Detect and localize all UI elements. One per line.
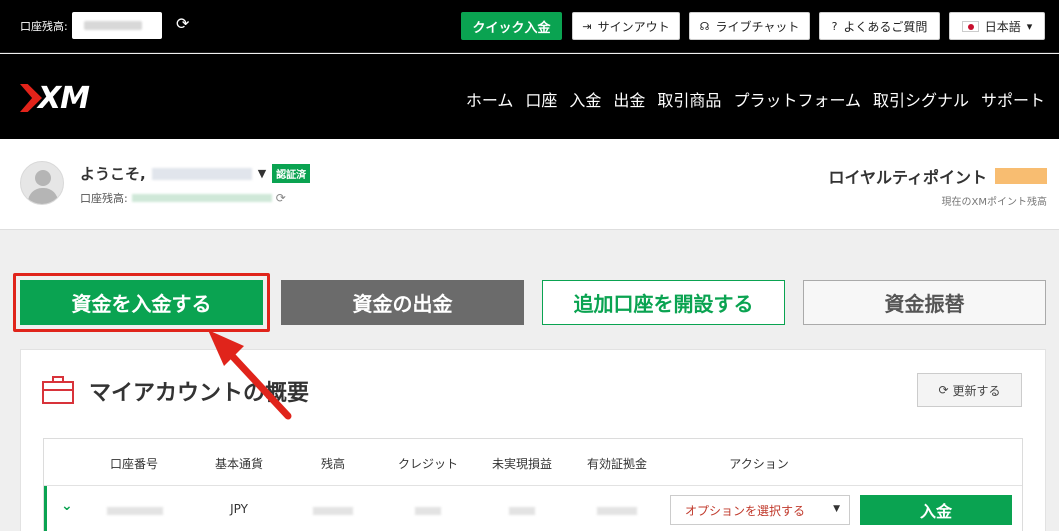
loyalty-label: ロイヤルティポイント [828,168,987,187]
xm-logo[interactable]: XM [20,80,90,116]
nav-home[interactable]: ホーム [466,87,514,111]
refresh-icon[interactable]: ⟳ [276,191,286,205]
refresh-icon[interactable]: ⟳ [176,14,189,33]
transfer-funds-button[interactable]: 資金振替 [803,280,1046,325]
loyalty-points: ロイヤルティポイント [828,164,1047,188]
refresh-button[interactable]: ⟳ 更新する [917,373,1022,407]
highlight-box [13,273,270,332]
loyalty-subtext: 現在のXMポイント残高 [941,197,1047,208]
column-header: 口座番号 [109,457,159,471]
column-header: アクション [729,457,789,471]
headset-icon: ☊ [699,19,710,33]
withdraw-funds-label: 資金の出金 [352,292,453,316]
option-select[interactable]: オプションを選択する ▼ [670,495,850,525]
accounts-table: 口座番号 基本通貨 残高 クレジット 未実現損益 有効証拠金 アクション ⌄ J… [43,438,1023,531]
open-account-label: 追加口座を開設する [573,292,754,316]
unrealized-pnl-cell [509,507,535,515]
column-header: 有効証拠金 [586,457,648,471]
column-header: 残高 [320,457,346,471]
main-header: XM ホーム 口座 入金 出金 取引商品 プラットフォーム 取引シグナル サポー… [0,54,1059,139]
nav-deposit[interactable]: 入金 [569,87,601,111]
briefcase-icon [42,376,74,404]
row-deposit-label: 入金 [919,502,952,521]
caret-down-icon: ▼ [833,504,840,514]
chevron-down-icon[interactable]: ⌄ [61,498,73,514]
column-header: クレジット [397,457,459,471]
language-label: 日本語 [984,19,1021,34]
user-menu[interactable]: ようこそ, ▼ 認証済 [80,163,311,184]
nav-support[interactable]: サポート [981,87,1045,111]
base-currency: JPY [230,502,248,516]
live-chat-button[interactable]: ☊ ライブチャット [689,12,810,40]
table-row: ⌄ JPY オプションを選択する ▼ 入金 [44,486,1022,531]
withdraw-funds-button[interactable]: 資金の出金 [281,280,524,325]
refresh-label: 更新する [952,383,1001,398]
logo-text: XM [38,80,90,116]
verified-badge: 認証済 [272,164,311,183]
panel-title: マイアカウントの概要 [89,381,310,406]
credit-cell [415,507,441,515]
column-header: 基本通貨 [214,457,264,471]
language-select[interactable]: 日本語 ▾ [949,12,1045,40]
open-account-button[interactable]: 追加口座を開設する [542,280,785,325]
account-overview-panel: マイアカウントの概要 ⟳ 更新する 口座番号 基本通貨 残高 クレジット 未実現… [20,349,1046,531]
caret-down-icon: ▾ [1026,19,1033,33]
loyalty-value [995,168,1047,184]
nav-signals[interactable]: 取引シグナル [873,87,969,111]
nav-instruments[interactable]: 取引商品 [657,87,721,111]
faq-label: よくあるご質問 [843,19,928,34]
balance-label: 口座残高: [20,20,68,33]
greeting-text: ようこそ, [80,165,146,183]
caret-down-icon: ▼ [257,167,267,180]
main-nav: ホーム 口座 入金 出金 取引商品 プラットフォーム 取引シグナル サポート [466,87,1045,111]
quick-deposit-button[interactable]: クイック入金 [461,12,562,40]
avatar [20,161,64,205]
balance-cell [313,507,353,515]
table-header: 口座番号 基本通貨 残高 クレジット 未実現損益 有効証拠金 アクション [44,439,1022,486]
refresh-icon: ⟳ [938,383,949,397]
account-number [107,507,163,515]
equity-cell [597,507,637,515]
question-icon: ? [831,19,838,33]
column-header: 未実現損益 [491,457,553,471]
nav-platforms[interactable]: プラットフォーム [733,87,861,111]
sign-out-label: サインアウト [597,19,670,34]
top-bar: 口座残高: ⟳ クイック入金 ⇥ サインアウト ☊ ライブチャット ? よくある… [0,0,1059,53]
quick-deposit-label: クイック入金 [472,20,551,36]
nav-accounts[interactable]: 口座 [525,87,557,111]
nav-withdraw[interactable]: 出金 [613,87,645,111]
row-deposit-button[interactable]: 入金 [860,495,1012,525]
transfer-funds-label: 資金振替 [884,292,965,316]
account-balance: 口座残高: ⟳ [80,190,286,206]
sign-out-button[interactable]: ⇥ サインアウト [572,12,680,40]
live-chat-label: ライブチャット [715,19,800,34]
account-balance-label: 口座残高: [80,192,128,205]
balance-display [72,12,162,39]
option-select-label: オプションを選択する [685,503,806,518]
sign-out-icon: ⇥ [582,19,592,33]
account-balance-value [131,194,272,202]
japan-flag-icon [961,20,979,32]
faq-button[interactable]: ? よくあるご質問 [819,12,940,40]
welcome-bar: ようこそ, ▼ 認証済 口座残高: ⟳ ロイヤルティポイント 現在のXMポイント… [0,139,1059,230]
user-name [151,167,252,180]
